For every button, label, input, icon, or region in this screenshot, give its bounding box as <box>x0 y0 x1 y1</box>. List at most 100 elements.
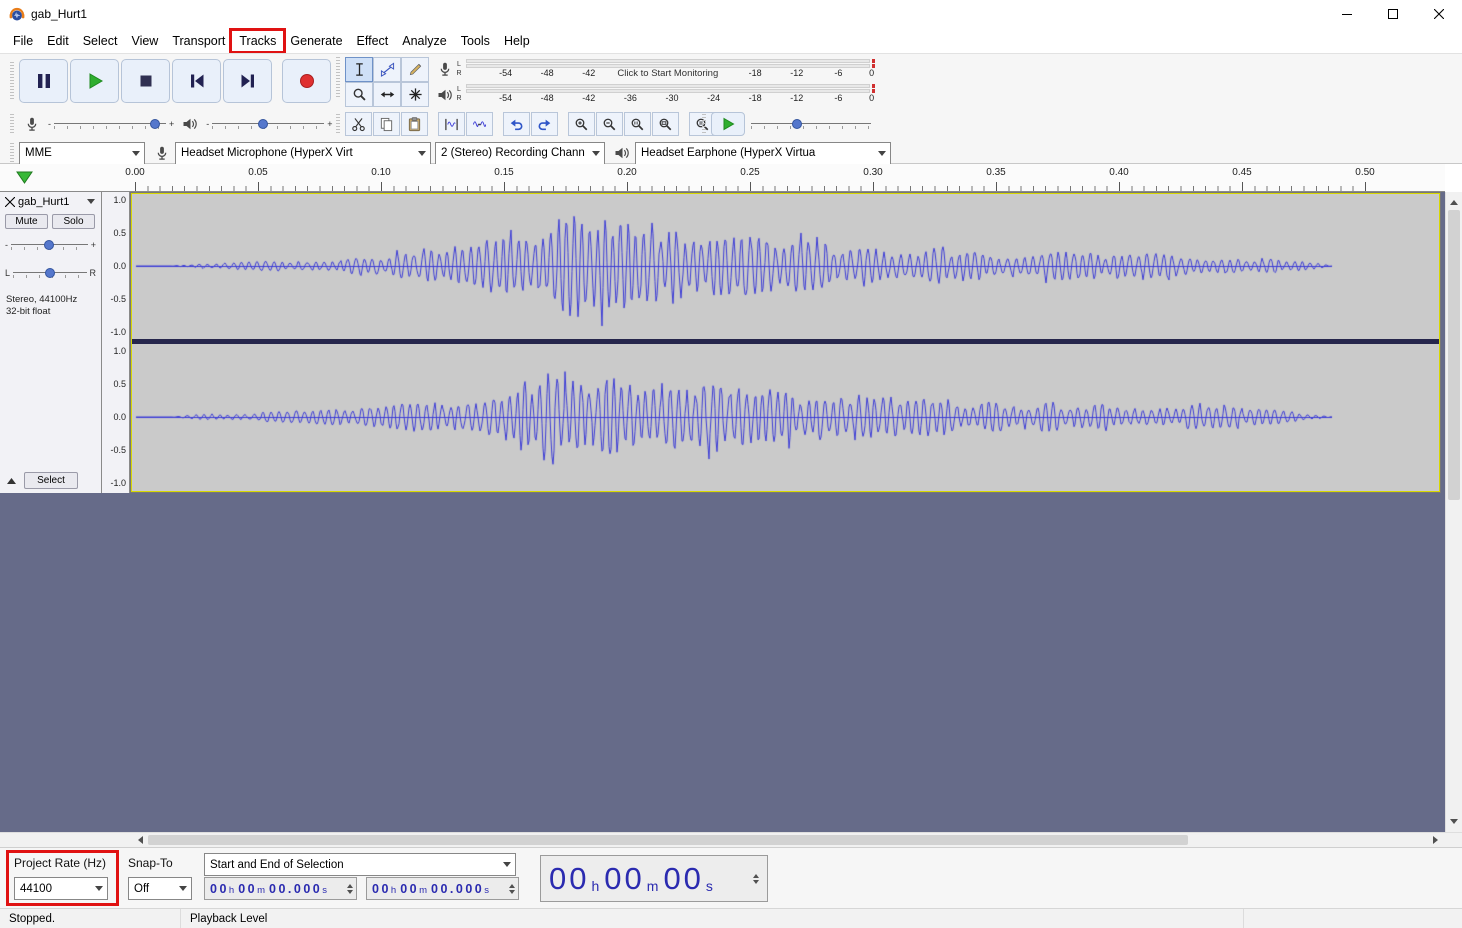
menu-tools[interactable]: Tools <box>454 31 497 51</box>
draw-tool-button[interactable] <box>401 57 429 82</box>
playback-meter[interactable]: LR -54 -48 -42 -36 -30 -24 -18 -12 -6 0 <box>436 82 880 107</box>
track-close-button[interactable] <box>3 195 16 208</box>
time-digits[interactable]: 00.000 <box>269 882 322 896</box>
waveform-display[interactable] <box>130 192 1441 493</box>
playback-meter-scale[interactable]: -54 -48 -42 -36 -30 -24 -18 -12 -6 0 <box>464 82 880 107</box>
pause-button[interactable] <box>19 59 68 103</box>
slider-thumb[interactable] <box>257 118 268 129</box>
zoom-out-button[interactable] <box>596 112 623 136</box>
zoom-in-button[interactable] <box>568 112 595 136</box>
menu-transport[interactable]: Transport <box>165 31 232 51</box>
time-digits[interactable]: 00 <box>604 861 644 897</box>
vertical-ruler[interactable]: 1.0 0.5 0.0 -0.5 -1.0 1.0 0.5 0.0 -0.5 -1.0 <box>102 192 130 493</box>
toolbar-grip[interactable] <box>702 113 706 135</box>
stop-button[interactable] <box>121 59 170 103</box>
slider-track[interactable] <box>751 123 871 124</box>
time-digits[interactable]: 00 <box>210 882 229 896</box>
selection-mode-dropdown[interactable]: Start and End of Selection <box>204 853 516 876</box>
fit-project-button[interactable] <box>652 112 679 136</box>
skip-to-end-button[interactable] <box>223 59 272 103</box>
time-digits[interactable]: 00 <box>372 882 391 896</box>
menu-analyze[interactable]: Analyze <box>395 31 453 51</box>
toolbar-grip[interactable] <box>10 143 14 163</box>
recording-device-dropdown[interactable]: Headset Microphone (HyperX Virt <box>175 141 431 165</box>
menu-view[interactable]: View <box>124 31 165 51</box>
time-spinner[interactable] <box>506 881 515 897</box>
paste-button[interactable] <box>401 112 428 136</box>
playback-speed-slider[interactable] <box>751 115 871 133</box>
undo-button[interactable] <box>503 112 530 136</box>
record-button[interactable] <box>282 59 331 103</box>
menu-generate[interactable]: Generate <box>283 31 349 51</box>
zoom-tool-button[interactable] <box>345 82 373 107</box>
vertical-scrollbar[interactable] <box>1445 192 1462 832</box>
menu-effect[interactable]: Effect <box>350 31 396 51</box>
play-at-speed-button[interactable] <box>711 112 745 136</box>
audio-position-display[interactable]: 00 h 00 m 00 s <box>540 855 768 902</box>
time-digits[interactable]: 00 <box>663 861 703 897</box>
slider-thumb[interactable] <box>149 118 160 129</box>
mute-button[interactable]: Mute <box>5 214 48 229</box>
toolbar-grip[interactable] <box>10 61 14 101</box>
recording-channels-dropdown[interactable]: 2 (Stereo) Recording Chann <box>435 141 605 165</box>
waveform-right-channel[interactable] <box>131 344 1440 490</box>
time-spinner[interactable] <box>344 881 353 897</box>
fit-selection-button[interactable] <box>624 112 651 136</box>
snap-to-dropdown[interactable]: Off <box>128 877 192 900</box>
selection-start-field[interactable]: 00 h 00 m 00.000 s <box>204 877 357 900</box>
menu-help[interactable]: Help <box>497 31 537 51</box>
click-to-start-monitoring[interactable]: Click to Start Monitoring <box>617 68 718 79</box>
recording-volume-slider[interactable] <box>54 115 166 133</box>
timeline-pin-icon[interactable] <box>16 171 33 184</box>
multi-tool-button[interactable] <box>401 82 429 107</box>
time-digits[interactable]: 00.000 <box>431 882 484 896</box>
playback-device-dropdown[interactable]: Headset Earphone (HyperX Virtua <box>635 141 891 165</box>
envelope-tool-button[interactable] <box>373 57 401 82</box>
track-select-button[interactable]: Select <box>24 472 78 489</box>
menu-edit[interactable]: Edit <box>40 31 76 51</box>
time-digits[interactable]: 00 <box>238 882 257 896</box>
minimize-button[interactable] <box>1324 0 1370 28</box>
time-spinner[interactable] <box>750 871 759 887</box>
horizontal-scroll-thumb[interactable] <box>148 835 1188 845</box>
play-button[interactable] <box>70 59 119 103</box>
redo-button[interactable] <box>531 112 558 136</box>
scroll-up-button[interactable] <box>1446 192 1462 209</box>
timeline-ruler[interactable]: 0.00 0.05 0.10 0.15 0.20 0.25 0.30 0.35 0.40 0.45… <box>125 164 1445 191</box>
menu-select[interactable]: Select <box>76 31 125 51</box>
slider-thumb[interactable] <box>44 267 55 278</box>
audio-host-dropdown[interactable]: MME <box>19 141 145 165</box>
scroll-down-button[interactable] <box>1446 815 1462 832</box>
timeshift-tool-button[interactable] <box>373 82 401 107</box>
trim-audio-button[interactable] <box>438 112 465 136</box>
toolbar-grip[interactable] <box>10 113 14 135</box>
maximize-button[interactable] <box>1370 0 1416 28</box>
track-menu-chevron-icon[interactable] <box>87 199 95 204</box>
playback-volume-slider[interactable] <box>212 115 325 133</box>
scroll-right-button[interactable] <box>1429 833 1445 847</box>
scroll-left-button[interactable] <box>130 833 146 847</box>
track-pan-slider[interactable] <box>13 264 87 282</box>
recording-meter[interactable]: LR -54 -48 -42 -18 -12 -6 0 Click to Start Moni… <box>436 57 880 82</box>
toolbar-grip[interactable] <box>336 113 340 135</box>
time-digits[interactable]: 00 <box>400 882 419 896</box>
track-name[interactable]: gab_Hurt1 <box>18 196 69 208</box>
toolbar-grip[interactable] <box>336 57 340 99</box>
horizontal-scrollbar[interactable] <box>0 832 1462 847</box>
menu-tracks[interactable]: Tracks <box>229 27 287 54</box>
solo-button[interactable]: Solo <box>52 214 95 229</box>
track-collapse-button[interactable] <box>4 474 19 487</box>
track-gain-slider[interactable] <box>11 236 88 254</box>
recording-meter-scale[interactable]: -54 -48 -42 -18 -12 -6 0 Click to Start Monitor… <box>464 57 880 82</box>
skip-to-start-button[interactable] <box>172 59 221 103</box>
slider-thumb[interactable] <box>44 239 55 250</box>
close-button[interactable] <box>1416 0 1462 28</box>
timeline[interactable]: 0.00 0.05 0.10 0.15 0.20 0.25 0.30 0.35 0.40 0.45… <box>0 164 1445 192</box>
silence-audio-button[interactable] <box>466 112 493 136</box>
vertical-scroll-thumb[interactable] <box>1448 210 1460 500</box>
project-rate-dropdown[interactable]: 44100 <box>14 877 108 900</box>
slider-track[interactable] <box>212 123 325 124</box>
cut-button[interactable] <box>345 112 372 136</box>
selection-tool-button[interactable] <box>345 57 373 82</box>
time-digits[interactable]: 00 <box>549 861 589 897</box>
